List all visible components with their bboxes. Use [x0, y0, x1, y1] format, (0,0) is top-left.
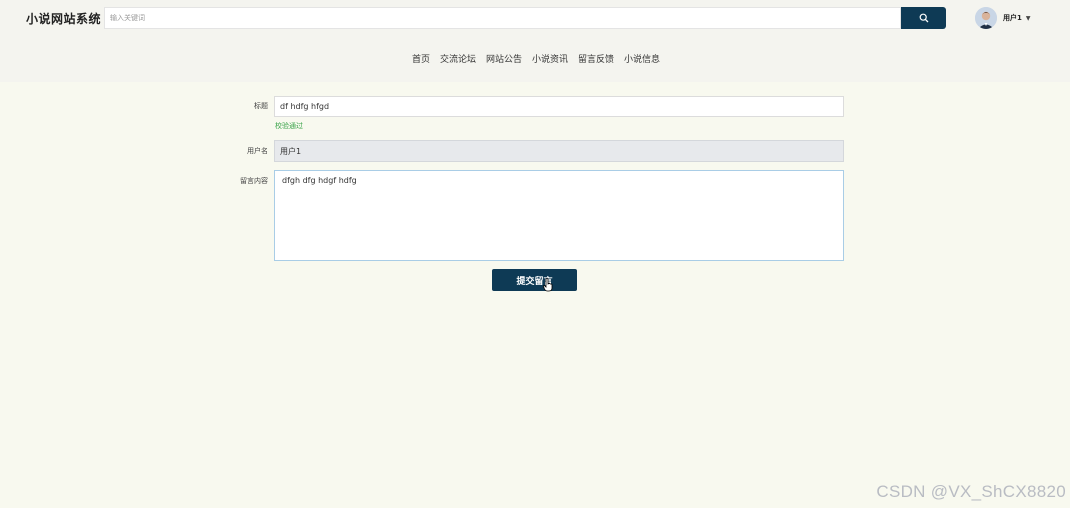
- user-name[interactable]: 用户1: [1003, 13, 1022, 23]
- main-nav: 首页 交流论坛 网站公告 小说资讯 留言反馈 小说信息: [0, 52, 1070, 65]
- nav-item-home[interactable]: 首页: [407, 52, 435, 65]
- search-input[interactable]: [104, 7, 901, 29]
- avatar[interactable]: [975, 7, 997, 29]
- username-field: 用户1: [274, 140, 844, 162]
- site-logo[interactable]: 小说网站系统: [26, 10, 101, 27]
- title-validation-text: 校验通过: [275, 122, 303, 130]
- top-header: 小说网站系统 用户1 ▼ 首页 交流论坛 网站公告 小说资讯 留言反馈: [0, 0, 1070, 82]
- hand-cursor-icon: [543, 278, 553, 292]
- watermark: CSDN @VX_ShCX8820: [876, 482, 1066, 501]
- nav-item-feedback[interactable]: 留言反馈: [573, 52, 619, 65]
- nav-item-novels[interactable]: 小说信息: [619, 52, 665, 65]
- nav-item-announcements[interactable]: 网站公告: [481, 52, 527, 65]
- chevron-down-icon[interactable]: ▼: [1026, 15, 1031, 22]
- username-label: 用户名: [247, 147, 268, 155]
- search-icon: [919, 13, 928, 23]
- user-menu[interactable]: 用户1 ▼: [975, 6, 1031, 30]
- content-textarea[interactable]: dfgh dfg hdgf hdfg: [274, 170, 844, 261]
- nav-item-news[interactable]: 小说资讯: [527, 52, 573, 65]
- search-bar: [104, 7, 946, 29]
- content-label: 留言内容: [240, 177, 268, 185]
- search-button[interactable]: [901, 7, 946, 29]
- title-label: 标题: [254, 102, 268, 110]
- title-field[interactable]: df hdfg hfgd: [274, 96, 844, 117]
- nav-item-forum[interactable]: 交流论坛: [435, 52, 481, 65]
- submit-button[interactable]: 提交留言: [492, 269, 577, 291]
